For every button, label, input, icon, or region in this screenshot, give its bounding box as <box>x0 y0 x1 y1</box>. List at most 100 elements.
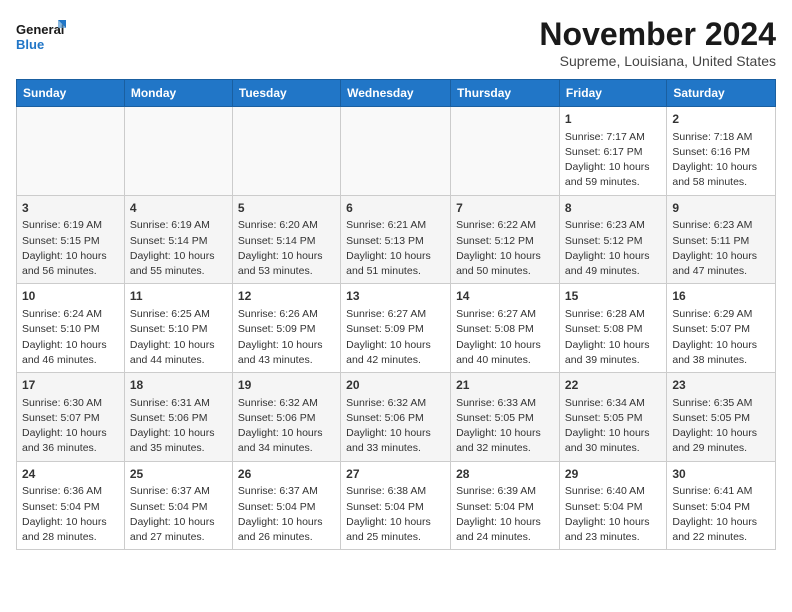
day-cell: 16 Sunrise: 6:29 AM Sunset: 5:07 PM Dayli… <box>667 284 776 373</box>
day-number: 12 <box>238 288 335 305</box>
day-number: 30 <box>672 466 770 483</box>
day-info: Sunrise: 6:32 AM Sunset: 5:06 PM Dayligh… <box>238 396 335 457</box>
day-info: Sunrise: 6:34 AM Sunset: 5:05 PM Dayligh… <box>565 396 661 457</box>
column-header-monday: Monday <box>124 80 232 107</box>
day-cell: 24Sunrise: 6:36 AM Sunset: 5:04 PM Dayli… <box>17 461 125 550</box>
day-cell: 26Sunrise: 6:37 AM Sunset: 5:04 PM Dayli… <box>232 461 340 550</box>
logo-svg: General Blue <box>16 16 66 60</box>
day-info: Sunrise: 7:17 AM Sunset: 6:17 PM Dayligh… <box>565 130 661 191</box>
day-number: 20 <box>346 377 445 394</box>
day-cell <box>124 107 232 196</box>
day-cell <box>451 107 560 196</box>
day-cell: 18 Sunrise: 6:31 AM Sunset: 5:06 PM Dayli… <box>124 373 232 462</box>
day-info: Sunrise: 6:28 AM Sunset: 5:08 PM Dayligh… <box>565 307 661 368</box>
day-info: Sunrise: 6:37 AM Sunset: 5:04 PM Dayligh… <box>238 484 335 545</box>
day-number: 13 <box>346 288 445 305</box>
day-cell: 29Sunrise: 6:40 AM Sunset: 5:04 PM Dayli… <box>559 461 666 550</box>
day-info: Sunrise: 6:27 AM Sunset: 5:08 PM Dayligh… <box>456 307 554 368</box>
day-info: Sunrise: 6:26 AM Sunset: 5:09 PM Dayligh… <box>238 307 335 368</box>
column-header-tuesday: Tuesday <box>232 80 340 107</box>
day-number: 23 <box>672 377 770 394</box>
day-cell: 6Sunrise: 6:21 AM Sunset: 5:13 PM Daylig… <box>341 195 451 284</box>
column-header-saturday: Saturday <box>667 80 776 107</box>
day-info: Sunrise: 6:23 AM Sunset: 5:12 PM Dayligh… <box>565 218 661 279</box>
day-cell: 8Sunrise: 6:23 AM Sunset: 5:12 PM Daylig… <box>559 195 666 284</box>
day-cell: 12 Sunrise: 6:26 AM Sunset: 5:09 PM Dayli… <box>232 284 340 373</box>
column-header-friday: Friday <box>559 80 666 107</box>
day-number: 15 <box>565 288 661 305</box>
day-number: 9 <box>672 200 770 217</box>
svg-text:Blue: Blue <box>16 37 44 52</box>
day-cell: 14Sunrise: 6:27 AM Sunset: 5:08 PM Dayli… <box>451 284 560 373</box>
day-info: Sunrise: 6:27 AM Sunset: 5:09 PM Dayligh… <box>346 307 445 368</box>
day-info: Sunrise: 6:30 AM Sunset: 5:07 PM Dayligh… <box>22 396 119 457</box>
day-number: 2 <box>672 111 770 128</box>
day-info: Sunrise: 6:20 AM Sunset: 5:14 PM Dayligh… <box>238 218 335 279</box>
week-row-3: 10 Sunrise: 6:24 AM Sunset: 5:10 PM Dayli… <box>17 284 776 373</box>
day-number: 24 <box>22 466 119 483</box>
day-info: Sunrise: 7:18 AM Sunset: 6:16 PM Dayligh… <box>672 130 770 191</box>
day-cell: 28Sunrise: 6:39 AM Sunset: 5:04 PM Dayli… <box>451 461 560 550</box>
week-row-2: 3Sunrise: 6:19 AM Sunset: 5:15 PM Daylig… <box>17 195 776 284</box>
day-info: Sunrise: 6:23 AM Sunset: 5:11 PM Dayligh… <box>672 218 770 279</box>
day-cell: 25Sunrise: 6:37 AM Sunset: 5:04 PM Dayli… <box>124 461 232 550</box>
day-cell: 10 Sunrise: 6:24 AM Sunset: 5:10 PM Dayli… <box>17 284 125 373</box>
day-info: Sunrise: 6:32 AM Sunset: 5:06 PM Dayligh… <box>346 396 445 457</box>
day-cell: 30Sunrise: 6:41 AM Sunset: 5:04 PM Dayli… <box>667 461 776 550</box>
column-header-wednesday: Wednesday <box>341 80 451 107</box>
day-cell: 20 Sunrise: 6:32 AM Sunset: 5:06 PM Dayli… <box>341 373 451 462</box>
day-info: Sunrise: 6:37 AM Sunset: 5:04 PM Dayligh… <box>130 484 227 545</box>
day-number: 18 <box>130 377 227 394</box>
calendar-table: SundayMondayTuesdayWednesdayThursdayFrid… <box>16 79 776 550</box>
week-row-1: 1 Sunrise: 7:17 AM Sunset: 6:17 PM Daylig… <box>17 107 776 196</box>
day-cell <box>232 107 340 196</box>
day-info: Sunrise: 6:31 AM Sunset: 5:06 PM Dayligh… <box>130 396 227 457</box>
day-number: 28 <box>456 466 554 483</box>
day-number: 22 <box>565 377 661 394</box>
day-cell: 4Sunrise: 6:19 AM Sunset: 5:14 PM Daylig… <box>124 195 232 284</box>
day-number: 3 <box>22 200 119 217</box>
day-number: 8 <box>565 200 661 217</box>
day-cell: 11Sunrise: 6:25 AM Sunset: 5:10 PM Dayli… <box>124 284 232 373</box>
day-number: 25 <box>130 466 227 483</box>
day-cell: 21 Sunrise: 6:33 AM Sunset: 5:05 PM Dayli… <box>451 373 560 462</box>
day-number: 1 <box>565 111 661 128</box>
day-number: 5 <box>238 200 335 217</box>
day-number: 29 <box>565 466 661 483</box>
day-cell: 9Sunrise: 6:23 AM Sunset: 5:11 PM Daylig… <box>667 195 776 284</box>
week-row-4: 17Sunrise: 6:30 AM Sunset: 5:07 PM Dayli… <box>17 373 776 462</box>
day-info: Sunrise: 6:41 AM Sunset: 5:04 PM Dayligh… <box>672 484 770 545</box>
day-cell: 19 Sunrise: 6:32 AM Sunset: 5:06 PM Dayli… <box>232 373 340 462</box>
month-title: November 2024 <box>539 16 776 53</box>
day-number: 16 <box>672 288 770 305</box>
day-info: Sunrise: 6:36 AM Sunset: 5:04 PM Dayligh… <box>22 484 119 545</box>
day-cell <box>341 107 451 196</box>
day-number: 26 <box>238 466 335 483</box>
day-cell: 22 Sunrise: 6:34 AM Sunset: 5:05 PM Dayli… <box>559 373 666 462</box>
day-info: Sunrise: 6:24 AM Sunset: 5:10 PM Dayligh… <box>22 307 119 368</box>
day-info: Sunrise: 6:38 AM Sunset: 5:04 PM Dayligh… <box>346 484 445 545</box>
day-info: Sunrise: 6:33 AM Sunset: 5:05 PM Dayligh… <box>456 396 554 457</box>
day-cell: 17Sunrise: 6:30 AM Sunset: 5:07 PM Dayli… <box>17 373 125 462</box>
day-number: 10 <box>22 288 119 305</box>
day-cell: 23 Sunrise: 6:35 AM Sunset: 5:05 PM Dayli… <box>667 373 776 462</box>
day-cell: 27Sunrise: 6:38 AM Sunset: 5:04 PM Dayli… <box>341 461 451 550</box>
location: Supreme, Louisiana, United States <box>539 53 776 69</box>
svg-text:General: General <box>16 22 64 37</box>
day-number: 6 <box>346 200 445 217</box>
day-cell: 3Sunrise: 6:19 AM Sunset: 5:15 PM Daylig… <box>17 195 125 284</box>
day-number: 4 <box>130 200 227 217</box>
day-info: Sunrise: 6:35 AM Sunset: 5:05 PM Dayligh… <box>672 396 770 457</box>
day-number: 19 <box>238 377 335 394</box>
day-info: Sunrise: 6:21 AM Sunset: 5:13 PM Dayligh… <box>346 218 445 279</box>
day-cell: 5Sunrise: 6:20 AM Sunset: 5:14 PM Daylig… <box>232 195 340 284</box>
day-number: 21 <box>456 377 554 394</box>
day-number: 7 <box>456 200 554 217</box>
day-cell: 1 Sunrise: 7:17 AM Sunset: 6:17 PM Daylig… <box>559 107 666 196</box>
day-cell: 15 Sunrise: 6:28 AM Sunset: 5:08 PM Dayli… <box>559 284 666 373</box>
logo: General Blue <box>16 16 66 60</box>
day-info: Sunrise: 6:29 AM Sunset: 5:07 PM Dayligh… <box>672 307 770 368</box>
day-cell: 7Sunrise: 6:22 AM Sunset: 5:12 PM Daylig… <box>451 195 560 284</box>
day-cell <box>17 107 125 196</box>
column-header-thursday: Thursday <box>451 80 560 107</box>
